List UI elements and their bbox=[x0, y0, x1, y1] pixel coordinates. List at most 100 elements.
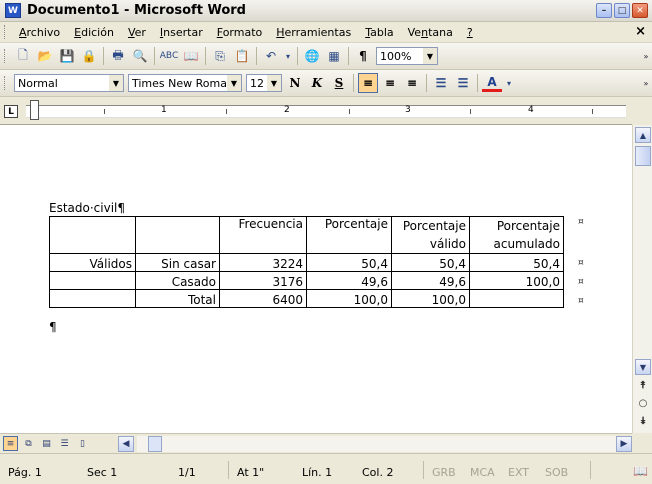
horizontal-scroll-track[interactable] bbox=[137, 436, 617, 452]
table-cell[interactable]: 3176 bbox=[219, 271, 307, 290]
menu-help[interactable]: ? bbox=[460, 26, 480, 39]
open-icon[interactable]: 📂 bbox=[36, 47, 54, 65]
vertical-scrollbar[interactable]: ▲ ▼ ⯭ ○ ⯯ bbox=[632, 125, 652, 433]
table-cell[interactable]: 49,6 bbox=[306, 271, 392, 290]
save-icon[interactable]: 💾 bbox=[58, 47, 76, 65]
close-button[interactable]: ✕ bbox=[632, 3, 648, 18]
font-color-dropdown-icon[interactable]: ▾ bbox=[505, 74, 513, 92]
next-page-icon[interactable]: ⯯ bbox=[635, 413, 651, 429]
word-app-icon[interactable]: W bbox=[5, 3, 21, 18]
print-layout-icon[interactable]: ▤ bbox=[39, 436, 54, 451]
menu-edicion[interactable]: Edición bbox=[67, 26, 121, 39]
table-cell[interactable]: Válidos bbox=[49, 253, 136, 272]
style-dropdown[interactable]: Normal ▼ bbox=[14, 74, 124, 92]
header-cell-empty[interactable] bbox=[49, 216, 136, 254]
table-heading[interactable]: Estado·civil¶ bbox=[49, 201, 125, 215]
table-cell[interactable]: Casado bbox=[135, 271, 220, 290]
align-right-icon[interactable]: ≡ bbox=[402, 73, 422, 93]
reading-layout-icon[interactable]: ▯ bbox=[75, 436, 90, 451]
menu-insertar[interactable]: Insertar bbox=[153, 26, 210, 39]
horizontal-ruler[interactable]: L 1 2 3 4 bbox=[0, 97, 632, 125]
font-color-button[interactable]: A bbox=[482, 74, 502, 92]
research-icon[interactable]: 📖 bbox=[182, 47, 200, 65]
bold-button[interactable]: N bbox=[285, 73, 305, 93]
menu-ventana[interactable]: Ventana bbox=[401, 26, 460, 39]
outline-view-icon[interactable]: ☰ bbox=[57, 436, 72, 451]
table-cell[interactable]: 100,0 bbox=[391, 289, 470, 308]
menu-grip[interactable] bbox=[4, 25, 7, 39]
show-formatting-icon[interactable]: ¶ bbox=[354, 47, 372, 65]
table-cell[interactable]: 50,4 bbox=[469, 253, 564, 272]
numbering-icon[interactable]: ☰ bbox=[431, 73, 451, 93]
align-left-icon[interactable]: ≡ bbox=[358, 73, 378, 93]
tab-selector[interactable]: L bbox=[4, 105, 18, 118]
minimize-button[interactable]: – bbox=[596, 3, 612, 18]
table-cell[interactable]: 3224 bbox=[219, 253, 307, 272]
font-size-dropdown[interactable]: 12 ▼ bbox=[246, 74, 282, 92]
copy-icon[interactable]: ⎘ bbox=[211, 47, 229, 65]
table-cell[interactable]: 49,6 bbox=[391, 271, 470, 290]
vertical-scroll-thumb[interactable] bbox=[635, 146, 651, 166]
header-frecuencia[interactable]: Frecuencia bbox=[219, 216, 307, 254]
menu-herramientas[interactable]: Herramientas bbox=[269, 26, 358, 39]
undo-icon[interactable]: ↶ bbox=[262, 47, 280, 65]
paste-icon[interactable]: 📋 bbox=[233, 47, 251, 65]
header-cell-empty[interactable] bbox=[135, 216, 220, 254]
menu-formato[interactable]: Formato bbox=[210, 26, 270, 39]
paragraph-mark[interactable]: ¶ bbox=[49, 320, 57, 334]
status-extend[interactable]: EXT bbox=[508, 466, 529, 479]
previous-page-icon[interactable]: ⯭ bbox=[635, 377, 651, 393]
web-layout-icon[interactable]: ⧉ bbox=[21, 436, 36, 451]
header-porcentaje-valido[interactable]: Porcentaje válido bbox=[391, 216, 470, 254]
table-cell[interactable] bbox=[49, 271, 136, 290]
frequency-table[interactable]: Frecuencia Porcentaje Porcentaje válido P… bbox=[49, 216, 564, 308]
bullets-icon[interactable]: ☰ bbox=[453, 73, 473, 93]
new-doc-icon[interactable]: 🗋 bbox=[14, 47, 32, 65]
restore-button[interactable]: □ bbox=[614, 3, 630, 18]
menu-tabla[interactable]: Tabla bbox=[358, 26, 400, 39]
table-cell[interactable]: 50,4 bbox=[391, 253, 470, 272]
scroll-down-icon[interactable]: ▼ bbox=[635, 359, 651, 375]
scroll-left-icon[interactable]: ◀ bbox=[118, 436, 134, 452]
font-dropdown[interactable]: Times New Roman ▼ bbox=[128, 74, 242, 92]
menu-ver[interactable]: Ver bbox=[121, 26, 153, 39]
table-cell[interactable]: 50,4 bbox=[306, 253, 392, 272]
zoom-dropdown[interactable]: 100% ▼ bbox=[376, 47, 438, 65]
underline-button[interactable]: S bbox=[329, 73, 349, 93]
table-cell[interactable]: 100,0 bbox=[306, 289, 392, 308]
permission-icon[interactable]: 🔒 bbox=[80, 47, 98, 65]
spelling-icon[interactable]: ABC bbox=[160, 47, 178, 65]
select-browse-object-icon[interactable]: ○ bbox=[635, 395, 651, 411]
print-icon[interactable]: 🖶 bbox=[109, 47, 127, 65]
ruler-strip[interactable] bbox=[26, 105, 626, 118]
header-porcentaje[interactable]: Porcentaje bbox=[306, 216, 392, 254]
toolbar-options-icon[interactable]: » bbox=[642, 47, 650, 65]
horizontal-scroll-thumb[interactable] bbox=[148, 436, 162, 452]
table-cell[interactable] bbox=[469, 289, 564, 308]
italic-button[interactable]: K bbox=[307, 73, 327, 93]
indent-marker[interactable] bbox=[30, 100, 39, 120]
print-preview-icon[interactable]: 🔍 bbox=[131, 47, 149, 65]
close-document-button[interactable]: × bbox=[635, 24, 646, 39]
header-porcentaje-acumulado[interactable]: Porcentaje acumulado bbox=[469, 216, 564, 254]
undo-dropdown-icon[interactable]: ▾ bbox=[284, 47, 292, 65]
align-center-icon[interactable]: ≡ bbox=[380, 73, 400, 93]
status-track-changes[interactable]: MCA bbox=[470, 466, 495, 479]
toolbar-options-icon[interactable]: » bbox=[642, 74, 650, 92]
status-record-macro[interactable]: GRB bbox=[432, 466, 456, 479]
status-overtype[interactable]: SOB bbox=[545, 466, 568, 479]
table-cell[interactable]: 100,0 bbox=[469, 271, 564, 290]
scroll-right-icon[interactable]: ▶ bbox=[616, 436, 632, 452]
table-cell[interactable]: 6400 bbox=[219, 289, 307, 308]
toolbar-grip[interactable] bbox=[4, 49, 7, 63]
table-cell[interactable]: Sin casar bbox=[135, 253, 220, 272]
scroll-up-icon[interactable]: ▲ bbox=[635, 127, 651, 143]
document-page[interactable]: Estado·civil¶ Frecuencia Porcentaje Porc… bbox=[0, 125, 632, 433]
menu-archivo[interactable]: Archivo bbox=[12, 26, 67, 39]
hyperlink-icon[interactable]: 🌐 bbox=[303, 47, 321, 65]
table-icon[interactable]: ▦ bbox=[325, 47, 343, 65]
table-cell[interactable]: Total bbox=[135, 289, 220, 308]
normal-view-icon[interactable]: ≡ bbox=[3, 436, 18, 451]
spelling-status-icon[interactable]: 📖 bbox=[633, 464, 648, 478]
table-cell[interactable] bbox=[49, 289, 136, 308]
